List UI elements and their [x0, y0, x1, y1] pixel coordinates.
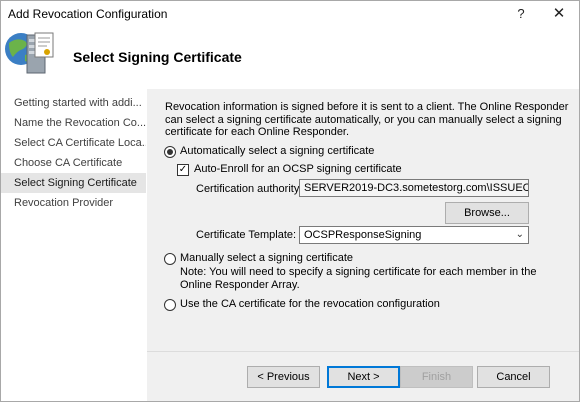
- description-text: Revocation information is signed before …: [165, 101, 569, 138]
- browse-button[interactable]: Browse...: [445, 202, 529, 224]
- auto-select-radio[interactable]: [164, 146, 176, 158]
- ca-label: Certification authority:: [196, 183, 303, 195]
- cancel-button[interactable]: Cancel: [477, 366, 550, 388]
- wizard-nav: Getting started with addi... Name the Re…: [1, 89, 146, 401]
- server-certificate-icon: [5, 32, 54, 74]
- auto-enroll-checkbox[interactable]: ✓: [177, 164, 189, 176]
- template-selected-value: OCSPResponseSigning: [304, 229, 422, 241]
- dialog-window: Add Revocation Configuration ? ✕ Select …: [0, 0, 580, 402]
- auto-enroll-label[interactable]: Auto-Enroll for an OCSP signing certific…: [194, 163, 402, 175]
- ca-cert-radio[interactable]: [164, 299, 176, 311]
- chevron-down-icon: ⌄: [515, 229, 524, 240]
- title-bar: Add Revocation Configuration ? ✕: [1, 1, 579, 27]
- manual-select-label[interactable]: Manually select a signing certificate: [180, 252, 353, 264]
- next-button[interactable]: Next >: [327, 366, 400, 388]
- manual-note: Note: You will need to specify a signing…: [180, 266, 537, 291]
- footer-divider: [147, 351, 579, 352]
- ca-field[interactable]: SERVER2019-DC3.sometestorg.com\ISSUECA1: [299, 179, 529, 197]
- nav-item-getting-started[interactable]: Getting started with addi...: [1, 93, 146, 113]
- window-title: Add Revocation Configuration: [8, 7, 168, 21]
- wizard-header: Select Signing Certificate: [1, 27, 579, 89]
- close-button[interactable]: ✕: [545, 4, 573, 24]
- nav-item-choose-ca-certificate[interactable]: Choose CA Certificate: [1, 153, 146, 173]
- auto-select-label[interactable]: Automatically select a signing certifica…: [180, 145, 374, 157]
- nav-item-name-revocation[interactable]: Name the Revocation Co...: [1, 113, 146, 133]
- content-panel: Revocation information is signed before …: [147, 89, 579, 401]
- help-button[interactable]: ?: [507, 4, 535, 24]
- previous-button[interactable]: < Previous: [247, 366, 320, 388]
- template-dropdown[interactable]: OCSPResponseSigning ⌄: [299, 226, 529, 244]
- template-label: Certificate Template:: [196, 229, 297, 241]
- ca-cert-label[interactable]: Use the CA certificate for the revocatio…: [180, 298, 440, 310]
- page-title: Select Signing Certificate: [73, 49, 242, 65]
- nav-item-select-ca-location[interactable]: Select CA Certificate Loca...: [1, 133, 146, 153]
- nav-item-select-signing-certificate[interactable]: Select Signing Certificate: [1, 173, 146, 193]
- finish-button[interactable]: Finish: [400, 366, 473, 388]
- manual-select-radio[interactable]: [164, 253, 176, 265]
- nav-item-revocation-provider[interactable]: Revocation Provider: [1, 193, 146, 213]
